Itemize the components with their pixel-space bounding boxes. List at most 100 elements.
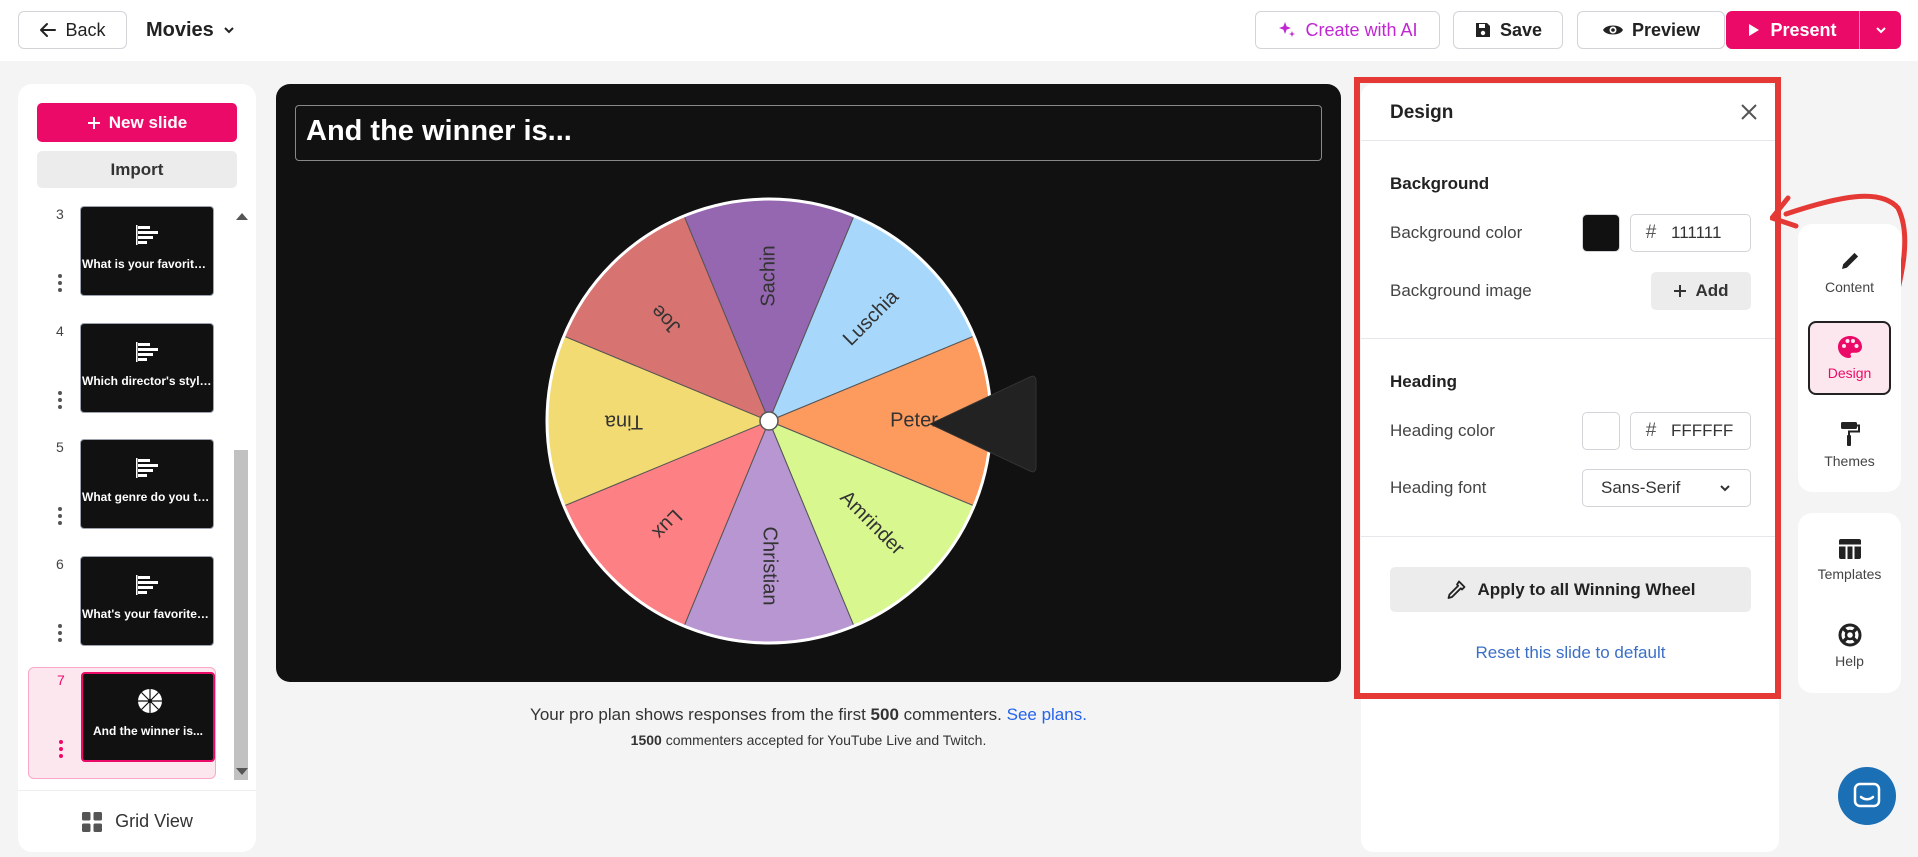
scrollbar-thumb[interactable]	[234, 450, 248, 780]
slide-item-6[interactable]: 6 What's your favorite mov...	[28, 552, 216, 664]
design-tab-label: Design	[1827, 365, 1872, 381]
slide-item-3[interactable]: 3 What is your favorite mo...	[28, 202, 216, 314]
plan-note-count: 500	[870, 705, 899, 724]
see-plans-link[interactable]: See plans.	[1007, 705, 1087, 724]
slide-list-scrollbar[interactable]	[232, 207, 250, 781]
plus-icon	[87, 116, 100, 129]
slide-number: 3	[56, 206, 64, 222]
top-bar: Back Movies Create with AI Save Preview …	[0, 0, 1918, 61]
editor-tool-rail: Content Design Themes	[1798, 224, 1901, 492]
wheel-hub	[759, 411, 779, 431]
slide-thumbnail-text: And the winner is...	[92, 724, 203, 738]
present-options-button[interactable]	[1859, 11, 1901, 49]
arrow-left-icon	[40, 23, 57, 37]
slide-thumbnail[interactable]: Which director's style do...	[80, 323, 214, 413]
present-button[interactable]: Present	[1726, 11, 1901, 49]
slide-item-4[interactable]: 4 Which director's style do...	[28, 319, 216, 431]
themes-tab[interactable]: Themes	[1808, 408, 1891, 482]
chat-icon	[1853, 782, 1881, 808]
slide-menu-icon[interactable]	[58, 624, 62, 645]
templates-tab-label: Templates	[1817, 566, 1882, 582]
preview-button[interactable]: Preview	[1577, 11, 1725, 49]
scroll-down-icon[interactable]	[236, 768, 248, 775]
slide-thumbnail-text: What's your favorite mov...	[82, 607, 213, 621]
save-label: Save	[1499, 19, 1543, 40]
slide-menu-icon[interactable]	[58, 274, 62, 295]
new-slide-label: New slide	[108, 112, 188, 132]
slide-thumbnail[interactable]: And the winner is...	[81, 672, 215, 762]
slide-thumbnail[interactable]: What is your favorite mo...	[80, 206, 214, 296]
grid-view-label: Grid View	[115, 811, 193, 831]
lifebuoy-icon	[1838, 623, 1861, 647]
present-label: Present	[1770, 19, 1837, 40]
slide-item-7[interactable]: 7 And the winner is...	[28, 667, 216, 779]
grid-icon	[82, 811, 103, 832]
slide-canvas[interactable]: And the winner is... Sachin Luschia Peter A…	[276, 84, 1341, 682]
bar-chart-icon	[136, 458, 158, 478]
new-slide-button[interactable]: New slide	[37, 103, 237, 142]
bar-chart-icon	[136, 342, 158, 362]
create-with-ai-label: Create with AI	[1305, 19, 1418, 40]
chevron-down-icon	[1875, 27, 1886, 34]
floppy-disk-icon	[1475, 23, 1490, 37]
content-tab-label: Content	[1824, 279, 1875, 295]
save-button[interactable]: Save	[1453, 11, 1563, 49]
presentation-title: Movies	[146, 18, 214, 41]
slide-number: 6	[56, 556, 64, 572]
table-icon	[1838, 539, 1861, 559]
slide-heading[interactable]: And the winner is...	[295, 105, 1322, 161]
slide-thumbnail-text: What is your favorite mo...	[82, 257, 213, 271]
palette-icon	[1837, 336, 1862, 358]
sparkle-icon	[1279, 22, 1296, 37]
slide-thumbnail-text: What genre do you think...	[82, 490, 213, 504]
design-tab[interactable]: Design	[1808, 321, 1891, 395]
plan-note: Your pro plan shows responses from the f…	[276, 705, 1341, 725]
chat-support-button[interactable]	[1838, 767, 1896, 825]
chevron-down-icon	[224, 27, 234, 34]
slide-number: 5	[56, 439, 64, 455]
slides-panel: New slide Import 3 What is your favorite…	[18, 84, 256, 852]
help-tab[interactable]: Help	[1808, 609, 1891, 683]
slide-item-5[interactable]: 5 What genre do you think...	[28, 435, 216, 547]
winning-wheel[interactable]: SachinLuschiaPeterAmrinderChristianLuxTi…	[544, 196, 994, 646]
plan-note-secondary: 1500 commenters accepted for YouTube Liv…	[276, 732, 1341, 748]
bar-chart-icon	[136, 575, 158, 595]
plan-note-suffix: commenters.	[898, 705, 1007, 724]
present-main-button[interactable]: Present	[1726, 11, 1859, 49]
slide-menu-icon[interactable]	[58, 391, 62, 412]
back-label: Back	[65, 19, 106, 40]
content-tab[interactable]: Content	[1808, 235, 1891, 309]
create-with-ai-button[interactable]: Create with AI	[1255, 11, 1440, 49]
templates-tab[interactable]: Templates	[1808, 523, 1891, 597]
slide-thumbnail-text: Which director's style do...	[82, 374, 213, 388]
pencil-icon	[1841, 252, 1858, 269]
plan-note-count2: 1500	[630, 732, 662, 748]
help-tab-label: Help	[1835, 653, 1864, 669]
slide-thumbnail[interactable]: What genre do you think...	[80, 439, 214, 529]
preview-label: Preview	[1631, 19, 1701, 40]
themes-tab-label: Themes	[1824, 453, 1875, 469]
wheel-segment-label: Christian	[759, 527, 781, 606]
annotation-highlight-box	[1354, 77, 1781, 699]
back-button[interactable]: Back	[18, 11, 127, 49]
wheel-icon	[138, 689, 162, 713]
slide-thumbnail[interactable]: What's your favorite mov...	[80, 556, 214, 646]
slide-menu-icon[interactable]	[58, 507, 62, 528]
paint-roller-icon	[1840, 422, 1860, 446]
slide-number: 4	[56, 323, 64, 339]
slide-menu-icon[interactable]	[59, 740, 63, 761]
slide-list: 3 What is your favorite mo... 4 Which di…	[18, 202, 256, 787]
plan-note-prefix: Your pro plan shows responses from the f…	[530, 705, 871, 724]
eye-icon	[1602, 25, 1623, 35]
import-button[interactable]: Import	[37, 151, 237, 188]
plan-note-suffix2: commenters accepted for YouTube Live and…	[661, 732, 987, 748]
play-icon	[1749, 24, 1760, 36]
presentation-title-dropdown[interactable]: Movies	[146, 11, 236, 49]
bar-chart-icon	[136, 225, 158, 245]
slide-number: 7	[57, 672, 65, 688]
wheel-segment-label: Sachin	[757, 245, 779, 306]
scroll-up-icon[interactable]	[236, 213, 248, 220]
wheel-pointer-icon	[930, 375, 1037, 473]
wheel-segment-label: Tina	[604, 411, 643, 433]
grid-view-button[interactable]: Grid View	[18, 790, 256, 852]
